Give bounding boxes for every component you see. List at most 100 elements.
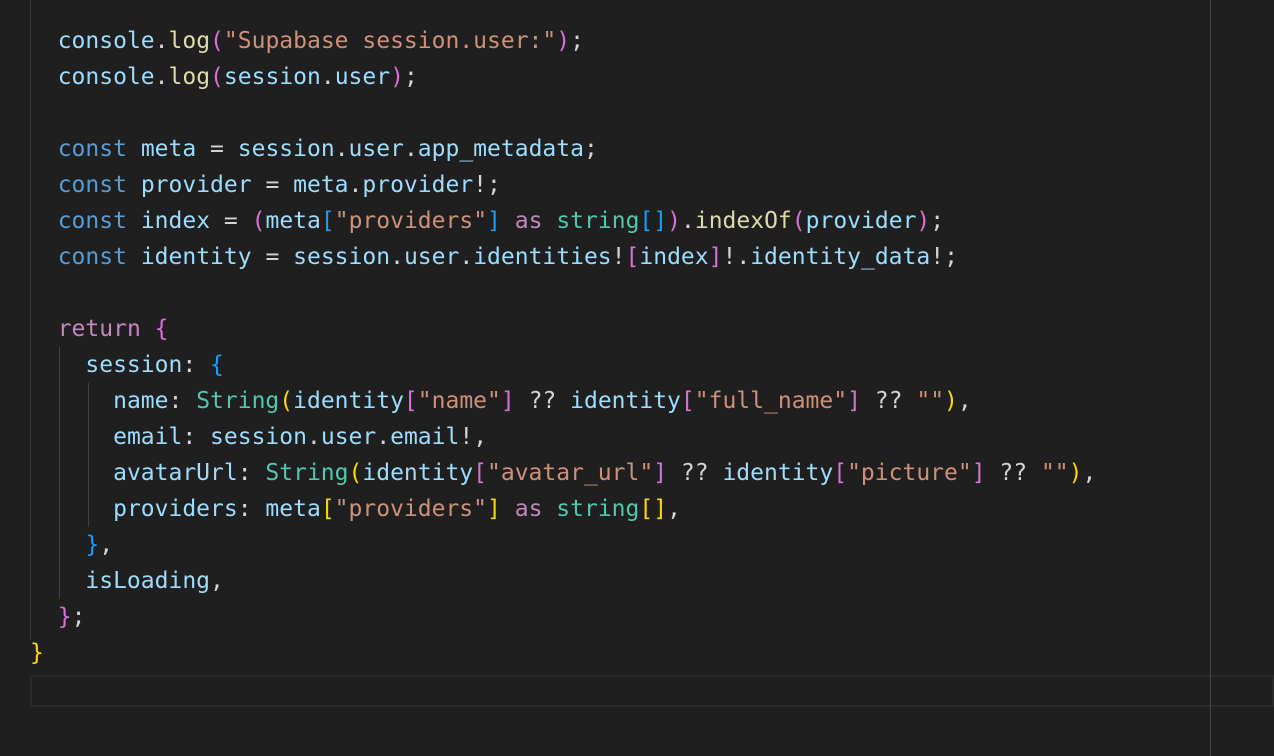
code-line[interactable]: } [30, 635, 1096, 671]
code-line[interactable]: session: { [30, 347, 1096, 383]
indent-guide [59, 563, 60, 599]
code-token: ; [583, 136, 598, 162]
code-token: "name" [417, 388, 501, 414]
code-line[interactable] [30, 275, 1096, 311]
code-line[interactable]: isLoading, [30, 563, 1096, 599]
code-token: String [265, 460, 349, 486]
code-token: ?? [860, 388, 917, 414]
code-line[interactable]: }, [30, 527, 1096, 563]
code-token: ( [791, 208, 806, 234]
code-token: identity [570, 388, 681, 414]
code-line[interactable]: console.log("Supabase session.user:"); [30, 23, 1096, 59]
code-token: [ [473, 460, 488, 486]
code-token: meta [265, 208, 321, 234]
code-token: ] [487, 496, 501, 522]
indent-guide [59, 491, 60, 527]
indent-guide [59, 419, 60, 455]
code-token: ; [403, 64, 418, 90]
code-editor[interactable]: console.log("Supabase session.user:"); c… [0, 0, 1274, 756]
code-token: : [182, 352, 211, 378]
code-token: provider [140, 172, 252, 198]
code-line[interactable]: console.log(session.user); [30, 59, 1096, 95]
code-token: log [168, 64, 211, 90]
indent-guide [59, 347, 60, 383]
code-token: session [237, 136, 335, 162]
code-line[interactable]: const meta = session.user.app_metadata; [30, 131, 1096, 167]
code-token: user [334, 64, 391, 90]
code-token: = [196, 136, 238, 162]
code-token: = [210, 208, 252, 234]
code-token: String [196, 388, 280, 414]
code-token: ) [1068, 460, 1083, 486]
code-token: const [57, 136, 127, 162]
code-token: } [57, 604, 72, 630]
code-token: string [556, 208, 640, 234]
code-token: = [251, 244, 294, 270]
code-line[interactable] [30, 95, 1096, 131]
code-token: ] [487, 208, 501, 234]
code-line[interactable]: const identity = session.user.identities… [30, 239, 1096, 275]
code-token: log [168, 28, 211, 54]
code-token: : [237, 496, 266, 522]
code-token: return [57, 316, 141, 342]
code-line[interactable]: providers: meta["providers"] as string[]… [30, 491, 1096, 527]
code-token: providers [113, 496, 238, 522]
code-token: console [57, 28, 155, 54]
code-token: session [293, 244, 391, 270]
code-line[interactable]: const provider = meta.provider!; [30, 167, 1096, 203]
code-token: , [210, 568, 224, 594]
indent-guide [88, 383, 89, 419]
code-token: . [680, 208, 695, 234]
code-area[interactable]: console.log("Supabase session.user:"); c… [30, 23, 1096, 671]
code-token: . [334, 136, 349, 162]
code-token: !; [930, 244, 958, 270]
code-token: identity [722, 460, 834, 486]
code-token: = [251, 172, 294, 198]
code-token: !, [459, 424, 488, 450]
code-line[interactable]: name: String(identity["name"] ?? identit… [30, 383, 1096, 419]
code-token: , [99, 532, 114, 558]
code-token: ( [251, 208, 266, 234]
code-token: . [306, 424, 321, 450]
code-line[interactable]: email: session.user.email!, [30, 419, 1096, 455]
code-token: ) [916, 208, 931, 234]
code-token: ; [570, 28, 584, 54]
code-token: identity [362, 460, 474, 486]
code-token: ; [71, 604, 86, 630]
code-token: provider [805, 208, 917, 234]
code-line[interactable]: }; [30, 599, 1096, 635]
code-token: name [113, 388, 169, 414]
code-token: , [957, 388, 972, 414]
code-line[interactable]: const index = (meta["providers"] as stri… [30, 203, 1096, 239]
code-token: const [57, 208, 127, 234]
code-token: . [348, 172, 363, 198]
code-line[interactable]: return { [30, 311, 1096, 347]
current-line-highlight [30, 675, 1274, 707]
code-token: index [140, 208, 211, 234]
code-token: app_metadata [417, 136, 584, 162]
code-token: as [514, 208, 543, 234]
code-token: ( [210, 28, 224, 54]
code-token: ! [611, 244, 626, 270]
code-token: [ [680, 388, 695, 414]
code-token: identity_data [750, 244, 931, 270]
code-token: identity [140, 244, 252, 270]
code-token: session [85, 352, 183, 378]
code-token: ] [971, 460, 986, 486]
code-token: "Supabase session.user:" [223, 28, 557, 54]
code-token: [ [625, 244, 640, 270]
code-token: "picture" [847, 460, 972, 486]
code-line[interactable]: avatarUrl: String(identity["avatar_url"]… [30, 455, 1096, 491]
code-token: "avatar_url" [487, 460, 654, 486]
